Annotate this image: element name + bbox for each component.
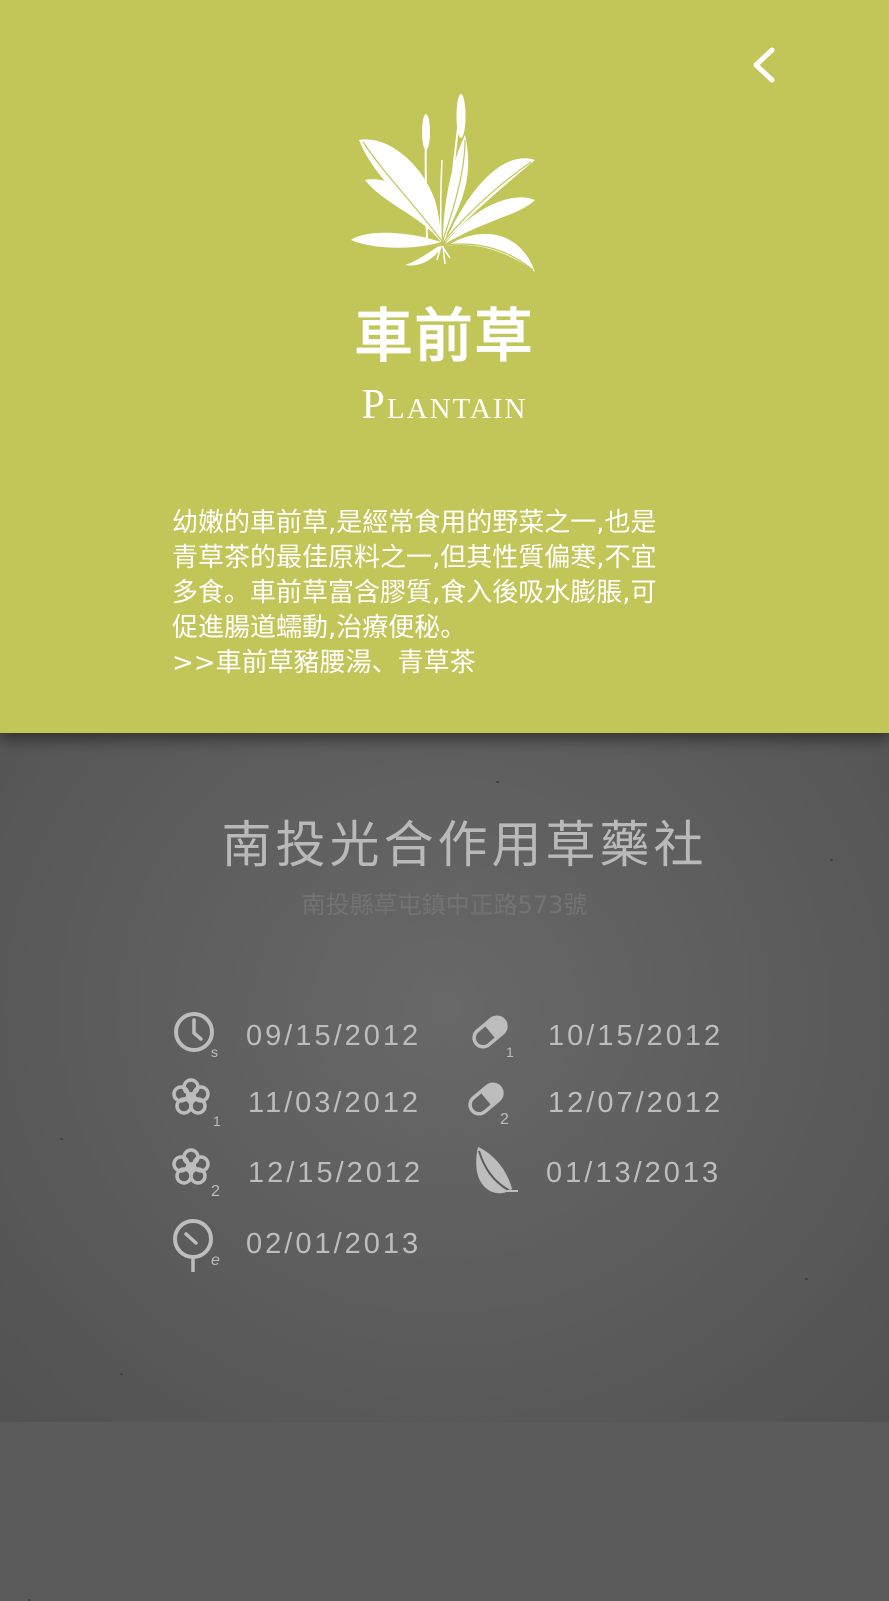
subscript: e: [211, 1252, 220, 1269]
producer-address: 南投縣草屯鎮中正路573號: [301, 891, 588, 919]
capsule-1-icon: 1: [468, 1008, 524, 1064]
timeline-end: e 02/01/2013: [170, 1216, 420, 1272]
timeline-flower-1: 1 11/03/2012: [168, 1075, 418, 1131]
back-button[interactable]: [742, 40, 788, 90]
flower-1-icon: 1: [168, 1075, 224, 1131]
clock-end-icon: e: [170, 1216, 226, 1272]
timeline-harvest: 01/13/2013: [470, 1145, 718, 1201]
timeline-date: 01/13/2013: [546, 1157, 722, 1189]
subscript: 1: [506, 1044, 514, 1060]
herb-info-panel: 車前草 Plantain 幼嫩的車前草,是經常食用的野菜之一,也是 青草茶的最佳…: [0, 0, 889, 733]
producer-name: 南投光合作用草藥社: [221, 816, 708, 874]
timeline-date: 12/15/2012: [248, 1157, 424, 1189]
subscript: 2: [500, 1111, 509, 1128]
timeline-flower-2: 2 12/15/2012: [168, 1145, 420, 1201]
timeline-capsule-1: 1 10/15/2012: [468, 1008, 720, 1064]
description-line: 促進腸道蠕動,治療便秘。: [172, 613, 467, 643]
timeline-date: 11/03/2012: [248, 1087, 421, 1119]
producer-panel: 南投光合作用草藥社 南投縣草屯鎮中正路573號 s 09/15/2012 1 1…: [0, 733, 889, 1601]
plantain-plant-illustration: [345, 90, 545, 280]
herb-description: 幼嫩的車前草,是經常食用的野菜之一,也是 青草茶的最佳原料之一,但其性質偏寒,不…: [172, 506, 732, 681]
herb-name-chinese: 車前草: [354, 302, 535, 370]
subscript: 1: [213, 1113, 221, 1129]
timeline-date: 12/07/2012: [548, 1087, 724, 1119]
timeline-date: 10/15/2012: [548, 1020, 724, 1052]
capsule-2-icon: 2: [464, 1075, 520, 1131]
chevron-left-icon: [753, 47, 775, 83]
timeline-date: 09/15/2012: [246, 1020, 422, 1052]
timeline-capsule-2: 2 12/07/2012: [464, 1075, 720, 1131]
description-line: 幼嫩的車前草,是經常食用的野菜之一,也是: [172, 508, 657, 538]
timeline-date: 02/01/2013: [246, 1228, 422, 1260]
leaf-icon: [470, 1145, 526, 1201]
timeline-sowing: s 09/15/2012: [170, 1008, 420, 1064]
recipes-link[interactable]: >>車前草豬腰湯、青草茶: [172, 646, 732, 681]
clock-start-icon: s: [170, 1008, 226, 1064]
herb-name-english: Plantain: [361, 382, 528, 428]
description-line: 青草茶的最佳原料之一,但其性質偏寒,不宜: [172, 543, 657, 573]
description-line: 多食。車前草富含膠質,食入後吸水膨脹,可: [172, 578, 657, 608]
subscript: s: [211, 1044, 218, 1060]
subscript: 2: [211, 1183, 220, 1200]
flower-2-icon: 2: [168, 1145, 224, 1201]
